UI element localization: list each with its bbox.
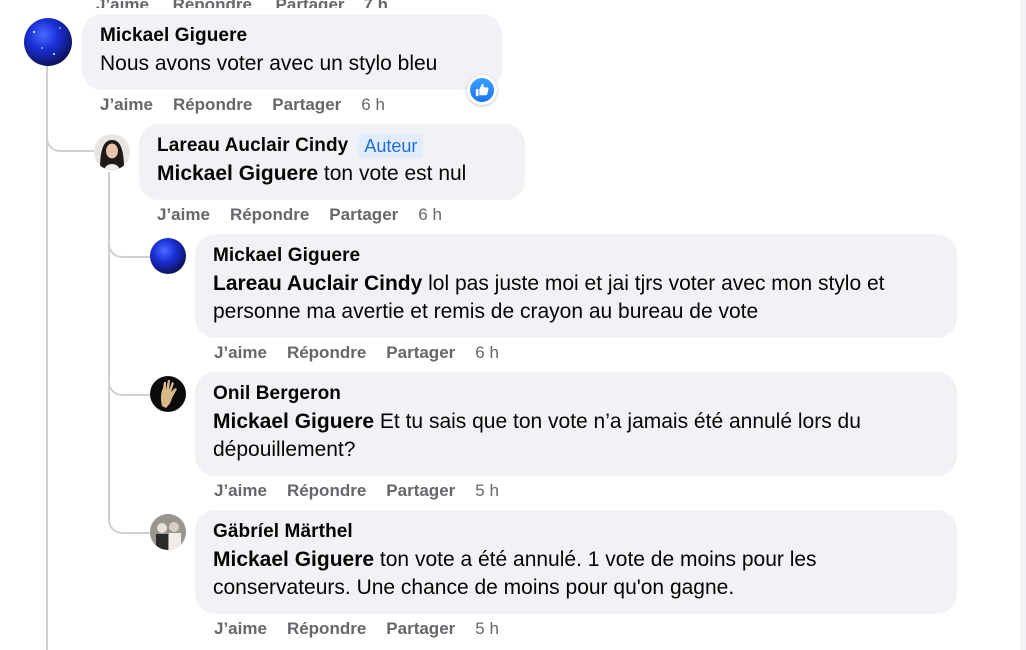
comment-text: Lareau Auclair Cindy lol pas juste moi e… xyxy=(213,270,939,326)
mention-link[interactable]: Mickael Giguere xyxy=(157,162,318,185)
thumbs-up-icon xyxy=(475,83,489,97)
avatar-mickael[interactable] xyxy=(150,238,186,274)
prev-like-label[interactable]: J’aime xyxy=(96,0,149,8)
comment-bubble: Gäbríel Märthel Mickael Giguere ton vote… xyxy=(195,510,957,614)
avatar-gabriel[interactable] xyxy=(150,514,186,550)
like-button[interactable]: J’aime xyxy=(214,480,267,502)
comment-bubble: Lareau Auclair Cindy Auteur Mickael Gigu… xyxy=(139,124,525,200)
avatar-person-icon xyxy=(100,140,124,170)
comment-actions: J’aime Répondre Partager 6 h xyxy=(100,94,385,116)
avatar-stars-icon xyxy=(33,27,61,55)
thread-curve-reply1 xyxy=(108,230,150,258)
share-button[interactable]: Partager xyxy=(329,204,398,226)
comment-author[interactable]: Onil Bergeron xyxy=(213,382,939,406)
comment-bubble: Onil Bergeron Mickael Giguere Et tu sais… xyxy=(195,372,957,476)
avatar-group-icon xyxy=(150,514,186,550)
mention-link[interactable]: Mickael Giguere xyxy=(213,548,374,571)
reply-button[interactable]: Répondre xyxy=(230,204,309,226)
comment-time[interactable]: 5 h xyxy=(475,480,499,502)
avatar-onil[interactable] xyxy=(150,376,186,412)
comment-author[interactable]: Mickael Giguere xyxy=(213,244,939,268)
comment-time[interactable]: 6 h xyxy=(418,204,442,226)
like-button[interactable]: J’aime xyxy=(157,204,210,226)
comment-time[interactable]: 6 h xyxy=(361,94,385,116)
comment-time[interactable]: 6 h xyxy=(475,342,499,364)
comment-author[interactable]: Mickael Giguere xyxy=(100,24,484,48)
comment-text: Mickael Giguere ton vote est nul xyxy=(157,160,507,188)
thread-curve-level1 xyxy=(46,120,94,152)
comment-body: ton vote est nul xyxy=(323,162,467,185)
scrollbar[interactable] xyxy=(1020,0,1026,650)
author-badge: Auteur xyxy=(358,134,424,158)
reply-button[interactable]: Répondre xyxy=(173,94,252,116)
reply-button[interactable]: Répondre xyxy=(287,618,366,640)
comment-text: Mickael Giguere Et tu sais que ton vote … xyxy=(213,408,939,464)
share-button[interactable]: Partager xyxy=(386,618,455,640)
share-button[interactable]: Partager xyxy=(386,480,455,502)
share-button[interactable]: Partager xyxy=(272,94,341,116)
thread-curve-reply2 xyxy=(108,368,150,396)
prev-reply-label[interactable]: Répondre xyxy=(173,0,252,8)
reply-button[interactable]: Répondre xyxy=(287,480,366,502)
share-button[interactable]: Partager xyxy=(386,342,455,364)
mention-link[interactable]: Mickael Giguere xyxy=(213,410,374,433)
reaction-badge[interactable] xyxy=(467,75,497,105)
like-button[interactable]: J’aime xyxy=(100,94,153,116)
reply-button[interactable]: Répondre xyxy=(287,342,366,364)
comment-actions: J’aime Répondre Partager 5 h xyxy=(214,618,499,640)
comment-text: Mickael Giguere ton vote a été annulé. 1… xyxy=(213,546,939,602)
comment-actions: J’aime Répondre Partager 6 h xyxy=(214,342,499,364)
prev-share-label[interactable]: Partager xyxy=(276,0,345,8)
comment-actions: J’aime Répondre Partager 6 h xyxy=(157,204,442,226)
comment-text: Nous avons voter avec un stylo bleu xyxy=(100,52,438,75)
comment-actions: J’aime Répondre Partager 5 h xyxy=(214,480,499,502)
like-button[interactable]: J’aime xyxy=(214,618,267,640)
mention-link[interactable]: Lareau Auclair Cindy xyxy=(213,272,422,295)
avatar-hand-icon xyxy=(160,380,177,408)
thread-curve-reply3 xyxy=(108,506,150,534)
comment-author[interactable]: Lareau Auclair Cindy xyxy=(157,134,348,158)
previous-comment-actions: J’aime Répondre Partager 7 h xyxy=(96,0,388,8)
like-button[interactable]: J’aime xyxy=(214,342,267,364)
thread-line-level1 xyxy=(108,172,110,512)
comment-author[interactable]: Gäbríel Märthel xyxy=(213,520,939,544)
comment-bubble: Mickael Giguere Lareau Auclair Cindy lol… xyxy=(195,234,957,338)
thread-line-main xyxy=(46,66,48,650)
avatar-mickael[interactable] xyxy=(24,18,72,66)
avatar-lareau[interactable] xyxy=(94,134,130,170)
prev-time-label: 7 h xyxy=(363,0,388,8)
comment-bubble: Mickael Giguere Nous avons voter avec un… xyxy=(82,14,502,90)
comment-time[interactable]: 5 h xyxy=(475,618,499,640)
